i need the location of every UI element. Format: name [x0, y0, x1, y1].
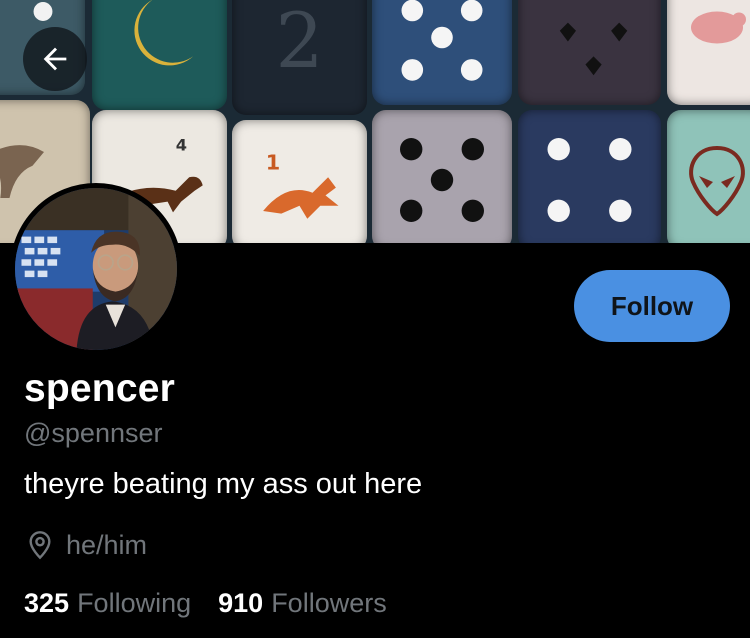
banner-die: [92, 0, 227, 110]
banner-die: [372, 110, 512, 243]
following-count: 325: [24, 588, 70, 618]
svg-text:2: 2: [275, 0, 323, 85]
banner-die: [667, 0, 750, 105]
banner-die: 2: [232, 0, 367, 115]
display-name: spencer: [24, 367, 175, 410]
back-button[interactable]: [23, 27, 87, 91]
avatar-image: [15, 188, 177, 350]
profile-bio: theyre beating my ass out here: [24, 468, 423, 500]
following-label: Following: [77, 588, 192, 618]
svg-text:1: 1: [266, 150, 280, 174]
follow-button[interactable]: Follow: [574, 270, 730, 342]
follow-stats: 325 Following 910 Followers: [24, 588, 387, 619]
banner-die: [518, 110, 661, 243]
banner-die: [518, 0, 661, 105]
profile-meta: he/him: [24, 529, 147, 561]
banner-die: 1: [232, 120, 367, 243]
banner-die: [372, 0, 512, 105]
banner-die: [667, 110, 750, 243]
followers-count: 910: [218, 588, 264, 618]
username-handle: @spennser: [24, 418, 163, 448]
pronouns-text: he/him: [66, 529, 148, 560]
followers-label: Followers: [271, 588, 387, 618]
avatar[interactable]: [10, 183, 182, 355]
followers-link[interactable]: 910 Followers: [218, 588, 387, 619]
svg-text:4: 4: [176, 135, 187, 154]
location-pin-icon: [29, 531, 51, 560]
arrow-left-icon: [43, 47, 67, 71]
following-link[interactable]: 325 Following: [24, 588, 191, 619]
